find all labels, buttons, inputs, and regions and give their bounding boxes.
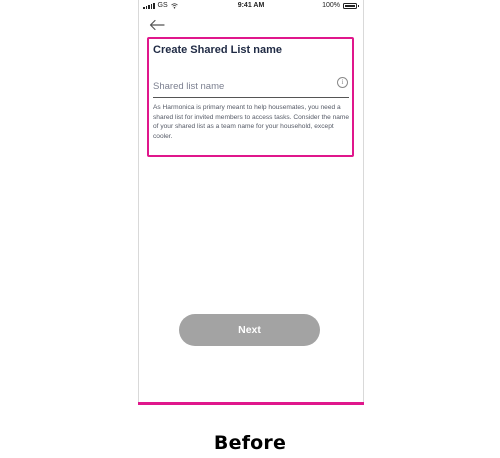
battery-icon: [343, 2, 359, 9]
status-bar: GS 9:41 AM 100%: [139, 0, 363, 12]
helper-text: As Harmonica is primary meant to help ho…: [153, 104, 350, 140]
next-button[interactable]: Next: [179, 314, 320, 346]
info-icon[interactable]: i: [337, 77, 348, 88]
status-right: 100%: [322, 2, 359, 9]
page-title: Create Shared List name: [153, 44, 282, 56]
shared-list-name-field[interactable]: i: [153, 75, 349, 98]
caption-label: Before: [213, 432, 287, 454]
shared-list-name-input[interactable]: [153, 79, 329, 93]
battery-percent: 100%: [322, 2, 340, 9]
arrow-left-icon[interactable]: [149, 19, 165, 31]
bottom-highlight-line: [138, 402, 364, 405]
